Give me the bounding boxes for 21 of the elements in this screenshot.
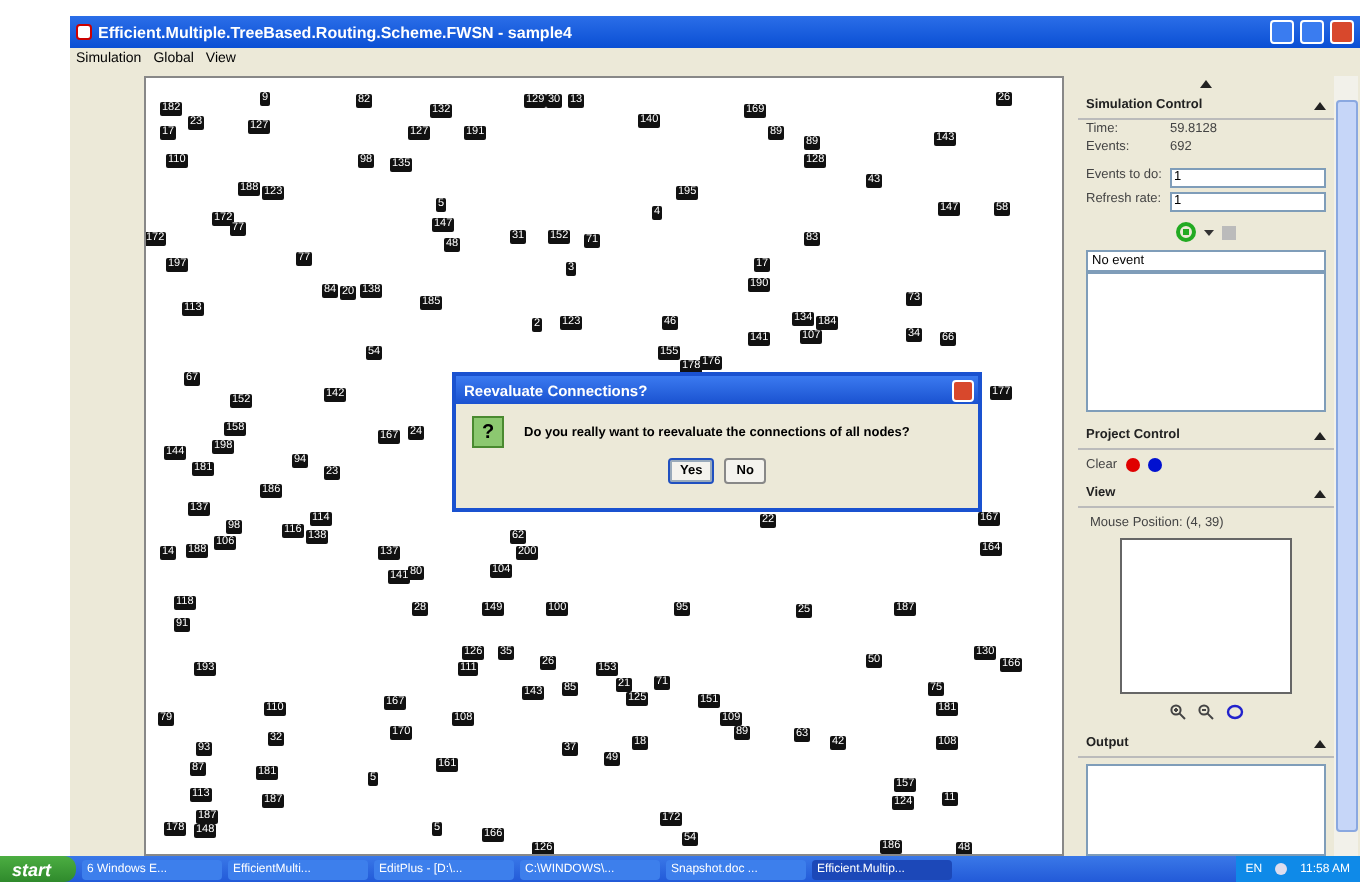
color-dot[interactable] [1125, 458, 1140, 472]
window-title: Efficient.Multiple.TreeBased.Routing.Scheme.FWSN - sample4 [98, 23, 574, 41]
minimize-button[interactable] [1270, 20, 1294, 44]
collapse-arrow-icon[interactable] [1314, 739, 1326, 747]
tray-icon[interactable] [1274, 862, 1289, 876]
dropdown-caret-icon[interactable] [1204, 229, 1214, 235]
close-button[interactable] [952, 379, 974, 401]
collapse-arrow-icon[interactable] [1314, 431, 1326, 439]
zoom-out-icon[interactable] [1197, 704, 1213, 720]
maximize-button[interactable] [1300, 20, 1324, 44]
collapse-arrow-icon[interactable] [1314, 489, 1326, 497]
color-dot[interactable] [1147, 458, 1162, 472]
start-button[interactable]: start [0, 856, 76, 882]
zoom-in-icon[interactable] [1169, 704, 1185, 720]
question-icon: ? [472, 416, 504, 448]
fit-view-icon[interactable] [1225, 704, 1243, 720]
close-button[interactable] [1330, 20, 1354, 44]
app-icon [76, 24, 92, 40]
collapse-arrow-icon[interactable] [1314, 101, 1326, 109]
scrollbar[interactable] [1334, 76, 1358, 856]
collapse-arrow-icon[interactable] [1200, 80, 1212, 88]
